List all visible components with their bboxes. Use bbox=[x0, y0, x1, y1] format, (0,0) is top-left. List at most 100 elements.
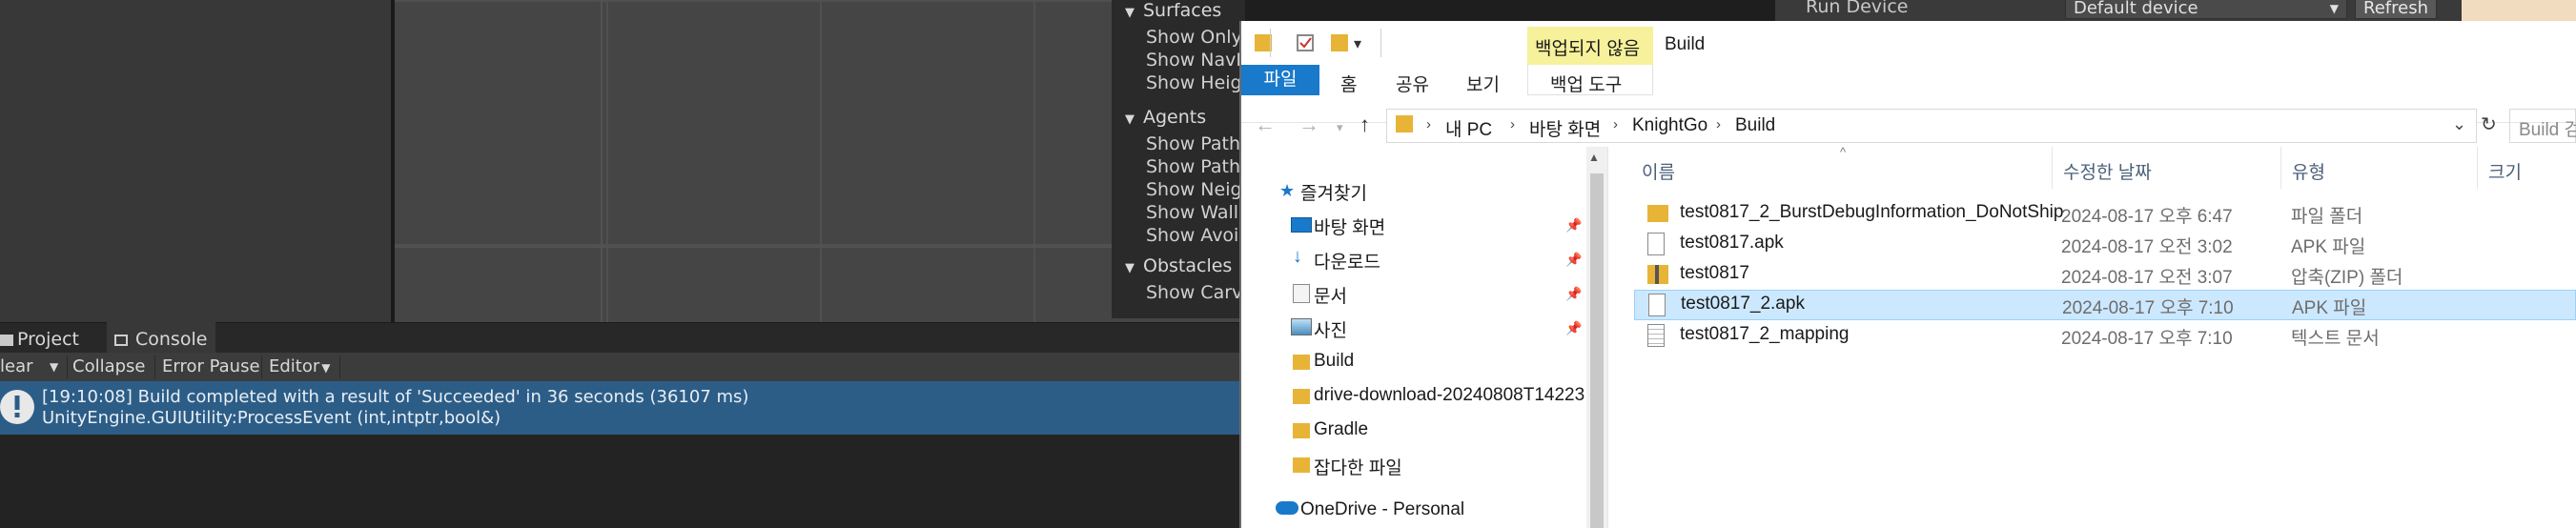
breadcrumb-item[interactable]: KnightGo bbox=[1632, 115, 1707, 136]
log-stacktrace: UnityEngine.GUIUtility:ProcessEvent (int… bbox=[42, 408, 501, 428]
file-name: test0817_2_BurstDebugInformation_DoNotSh… bbox=[1680, 202, 2064, 222]
pin-icon[interactable]: 📌 bbox=[1565, 320, 1582, 336]
column-separator[interactable] bbox=[2280, 147, 2281, 189]
file-row[interactable]: test0817.apk 2024-08-17 오전 3:02 APK 파일 bbox=[1634, 229, 2576, 259]
file-modified: 2024-08-17 오후 7:10 bbox=[2061, 329, 2233, 349]
overlay-toggle[interactable]: Show Heigh bbox=[1146, 72, 1245, 93]
scroll-up-arrow-icon[interactable]: ▲ bbox=[1588, 151, 1600, 164]
editor-dropdown[interactable]: Editor ▼ bbox=[269, 355, 331, 378]
file-row[interactable]: test0817_2_mapping 2024-08-17 오후 7:10 텍스… bbox=[1634, 320, 2576, 351]
collapse-triangle-icon: ▼ bbox=[1125, 261, 1135, 275]
folder-icon bbox=[0, 334, 13, 346]
column-header-modified[interactable]: 수정한 날짜 bbox=[2063, 158, 2152, 184]
refresh-icon[interactable]: ↻ bbox=[2481, 112, 2497, 136]
overlay-toggle[interactable]: Show Path bbox=[1146, 133, 1245, 154]
collapse-triangle-icon: ▼ bbox=[1125, 112, 1135, 127]
nav-documents[interactable]: 문서 bbox=[1314, 282, 1347, 308]
console-icon bbox=[114, 334, 128, 346]
file-name: test0817_2.apk bbox=[1681, 294, 1805, 314]
obstacles-header[interactable]: ▼ Obstacles bbox=[1125, 255, 1232, 276]
overlay-toggle[interactable]: Show Avoid bbox=[1146, 225, 1245, 246]
tab-share[interactable]: 공유 bbox=[1396, 71, 1429, 96]
nav-folder-build[interactable]: Build bbox=[1314, 351, 1354, 372]
back-arrow-icon[interactable]: ← bbox=[1255, 112, 1276, 137]
nav-onedrive[interactable]: OneDrive - Personal bbox=[1300, 499, 1464, 520]
zip-folder-icon bbox=[1647, 265, 1668, 284]
nav-quick-access[interactable]: 즐겨찾기 bbox=[1300, 179, 1367, 205]
folder-icon bbox=[1293, 423, 1310, 438]
tab-file[interactable]: 파일 bbox=[1241, 65, 1319, 95]
clear-options-arrow-icon[interactable]: ▼ bbox=[50, 355, 58, 378]
breadcrumb-item[interactable]: Build bbox=[1735, 115, 1775, 136]
log-message: [19:10:08] Build completed with a result… bbox=[42, 387, 749, 407]
navmesh-display-overlay: ▼ Surfaces Show Only Show NavM Show Heigh… bbox=[1112, 0, 1245, 318]
nav-desktop[interactable]: 바탕 화면 bbox=[1314, 213, 1385, 239]
collapse-triangle-icon: ▼ bbox=[1125, 6, 1135, 20]
recent-locations-icon[interactable]: ▾ bbox=[1337, 120, 1343, 135]
breadcrumb-chevron-icon[interactable]: › bbox=[1510, 116, 1515, 132]
file-type: APK 파일 bbox=[2291, 237, 2366, 257]
nav-folder-misc[interactable]: 잡다한 파일 bbox=[1314, 454, 1402, 479]
nav-folder-gradle[interactable]: Gradle bbox=[1314, 419, 1368, 440]
clear-button[interactable]: lear bbox=[0, 355, 33, 378]
file-row-selected[interactable]: test0817_2.apk 2024-08-17 오후 7:10 APK 파일 bbox=[1634, 290, 2576, 320]
file-row[interactable]: test0817 2024-08-17 오전 3:07 압축(ZIP) 폴더 bbox=[1634, 259, 2576, 290]
nav-scrollbar-thumb[interactable] bbox=[1590, 173, 1604, 528]
nav-folder-drive-download[interactable]: drive-download-20240808T142235 bbox=[1314, 385, 1584, 406]
pane-divider bbox=[1607, 147, 1608, 528]
error-pause-button[interactable]: Error Pause bbox=[162, 355, 260, 378]
breadcrumb-item[interactable]: 바탕 화면 bbox=[1529, 115, 1601, 141]
customize-qa-icon[interactable]: ▾ bbox=[1354, 34, 1361, 53]
file-icon bbox=[1648, 294, 1666, 316]
pin-icon[interactable]: 📌 bbox=[1565, 217, 1582, 234]
overlay-toggle[interactable]: Show Walls bbox=[1146, 202, 1245, 223]
pictures-icon bbox=[1291, 318, 1312, 335]
column-header-type[interactable]: 유형 bbox=[2292, 158, 2325, 184]
overlay-toggle[interactable]: Show Carve bbox=[1146, 282, 1245, 303]
file-type: APK 파일 bbox=[2292, 298, 2367, 318]
refresh-button[interactable]: Refresh bbox=[2355, 0, 2437, 19]
breadcrumb-item[interactable]: 내 PC bbox=[1445, 115, 1492, 141]
tab-project[interactable]: Project bbox=[0, 328, 79, 353]
overlay-toggle[interactable]: Show Only bbox=[1146, 27, 1245, 48]
new-folder-icon[interactable] bbox=[1331, 34, 1348, 51]
download-icon: ↓ bbox=[1293, 246, 1302, 267]
column-header-name[interactable]: 이름 bbox=[1642, 158, 1675, 184]
file-type: 파일 폴더 bbox=[2291, 207, 2363, 227]
breadcrumb-chevron-icon[interactable]: › bbox=[1613, 116, 1618, 132]
sort-ascending-icon: ^ bbox=[1840, 145, 1847, 159]
star-icon: ★ bbox=[1279, 181, 1296, 200]
column-separator[interactable] bbox=[2052, 147, 2053, 189]
folder-icon bbox=[1647, 205, 1668, 222]
up-arrow-icon[interactable]: ↑ bbox=[1360, 112, 1370, 137]
run-device-dropdown[interactable]: Default device ▼ bbox=[2065, 0, 2347, 19]
documents-icon bbox=[1293, 284, 1310, 303]
surfaces-header[interactable]: ▼ Surfaces bbox=[1125, 0, 1221, 21]
overlay-toggle[interactable]: Show NavM bbox=[1146, 50, 1245, 71]
file-row[interactable]: test0817_2_BurstDebugInformation_DoNotSh… bbox=[1634, 198, 2576, 229]
breadcrumb-chevron-icon[interactable]: › bbox=[1426, 116, 1431, 132]
tab-backup-tools[interactable]: 백업 도구 bbox=[1550, 71, 1622, 96]
tab-home[interactable]: 홈 bbox=[1340, 71, 1357, 96]
address-history-chevron-icon[interactable]: ⌄ bbox=[2452, 114, 2466, 134]
pin-icon[interactable]: 📌 bbox=[1565, 252, 1582, 268]
overlay-toggle[interactable]: Show Neigh bbox=[1146, 179, 1245, 200]
tab-console[interactable]: Console bbox=[114, 328, 207, 353]
toolbar-divider bbox=[1380, 29, 1381, 57]
properties-icon[interactable] bbox=[1297, 34, 1314, 51]
overlay-toggle[interactable]: Show Path bbox=[1146, 156, 1245, 177]
desktop-icon bbox=[1291, 217, 1312, 233]
nav-pictures[interactable]: 사진 bbox=[1314, 316, 1347, 342]
folder-icon bbox=[1293, 457, 1310, 473]
nav-downloads[interactable]: 다운로드 bbox=[1314, 248, 1380, 274]
forward-arrow-icon[interactable]: → bbox=[1298, 112, 1319, 137]
agents-header[interactable]: ▼ Agents bbox=[1125, 107, 1206, 128]
tab-view[interactable]: 보기 bbox=[1466, 71, 1500, 96]
pin-icon[interactable]: 📌 bbox=[1565, 286, 1582, 302]
column-separator[interactable] bbox=[2477, 147, 2478, 189]
file-modified: 2024-08-17 오후 7:10 bbox=[2062, 298, 2234, 318]
column-header-size[interactable]: 크기 bbox=[2488, 158, 2522, 184]
collapse-button[interactable]: Collapse bbox=[72, 355, 146, 378]
breadcrumb-chevron-icon[interactable]: › bbox=[1716, 116, 1721, 132]
file-name: test0817 bbox=[1680, 263, 1749, 283]
